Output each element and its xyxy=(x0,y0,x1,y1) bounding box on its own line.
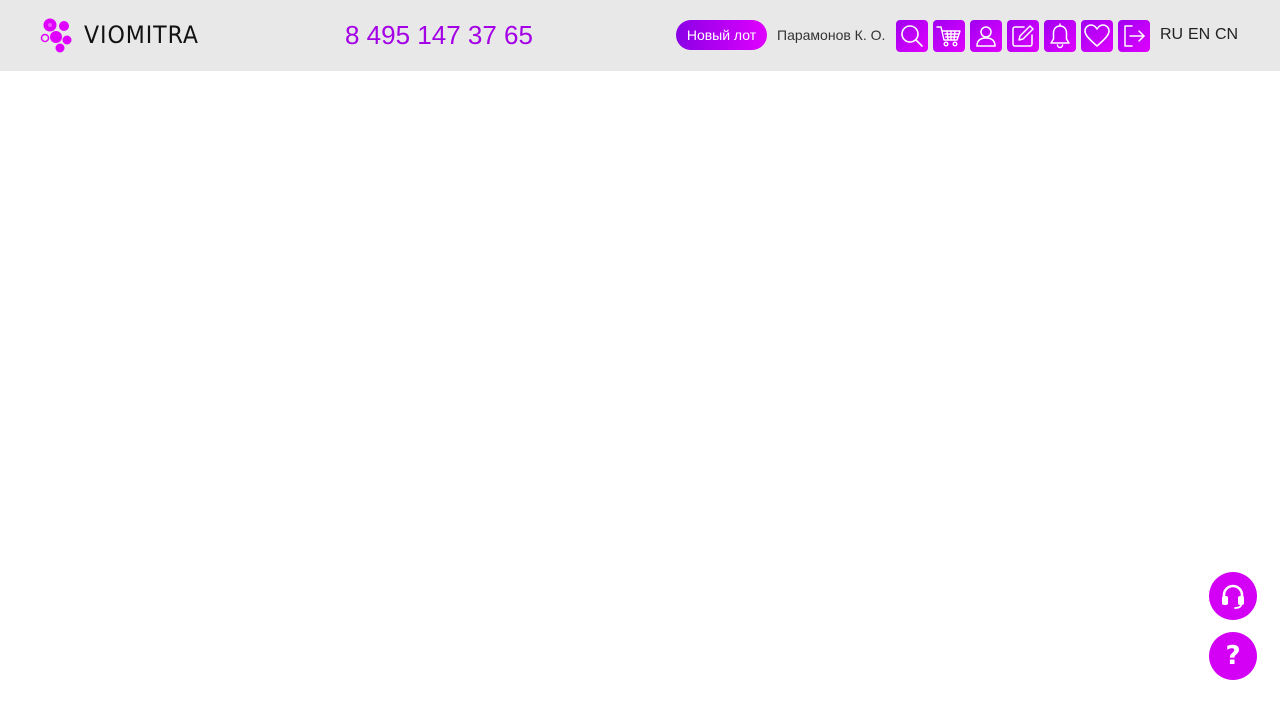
favorites-button[interactable] xyxy=(1081,20,1113,52)
heart-icon xyxy=(1084,24,1110,47)
edit-button[interactable] xyxy=(1007,20,1039,52)
cart-icon xyxy=(936,26,961,47)
new-lot-button[interactable]: Новый лот xyxy=(676,20,767,50)
brand-name: VIOMITRA xyxy=(84,21,199,49)
molecule-icon xyxy=(40,18,72,53)
user-icon xyxy=(976,26,996,47)
bell-icon xyxy=(1050,23,1070,49)
lang-ru[interactable]: RU xyxy=(1160,25,1183,45)
help-label: ? xyxy=(1225,641,1241,671)
search-icon xyxy=(901,25,923,47)
logout-icon xyxy=(1124,25,1145,47)
profile-button[interactable] xyxy=(970,20,1002,52)
lang-en[interactable]: EN xyxy=(1188,25,1210,45)
phone-number[interactable]: 8 495 147 37 65 xyxy=(345,18,533,52)
help-button[interactable]: ? xyxy=(1209,632,1257,680)
header: VIOMITRA 8 495 147 37 65 Новый лот Парам… xyxy=(0,0,1280,71)
search-button[interactable] xyxy=(896,20,928,52)
logout-button[interactable] xyxy=(1118,20,1150,52)
logo[interactable]: VIOMITRA xyxy=(40,16,209,54)
user-name[interactable]: Парамонов К. О. xyxy=(777,25,885,45)
lang-cn[interactable]: CN xyxy=(1215,25,1238,45)
notifications-button[interactable] xyxy=(1044,20,1076,52)
headset-icon xyxy=(1222,584,1244,609)
edit-icon xyxy=(1012,25,1034,47)
support-button[interactable] xyxy=(1209,572,1257,620)
cart-button[interactable] xyxy=(933,20,965,52)
